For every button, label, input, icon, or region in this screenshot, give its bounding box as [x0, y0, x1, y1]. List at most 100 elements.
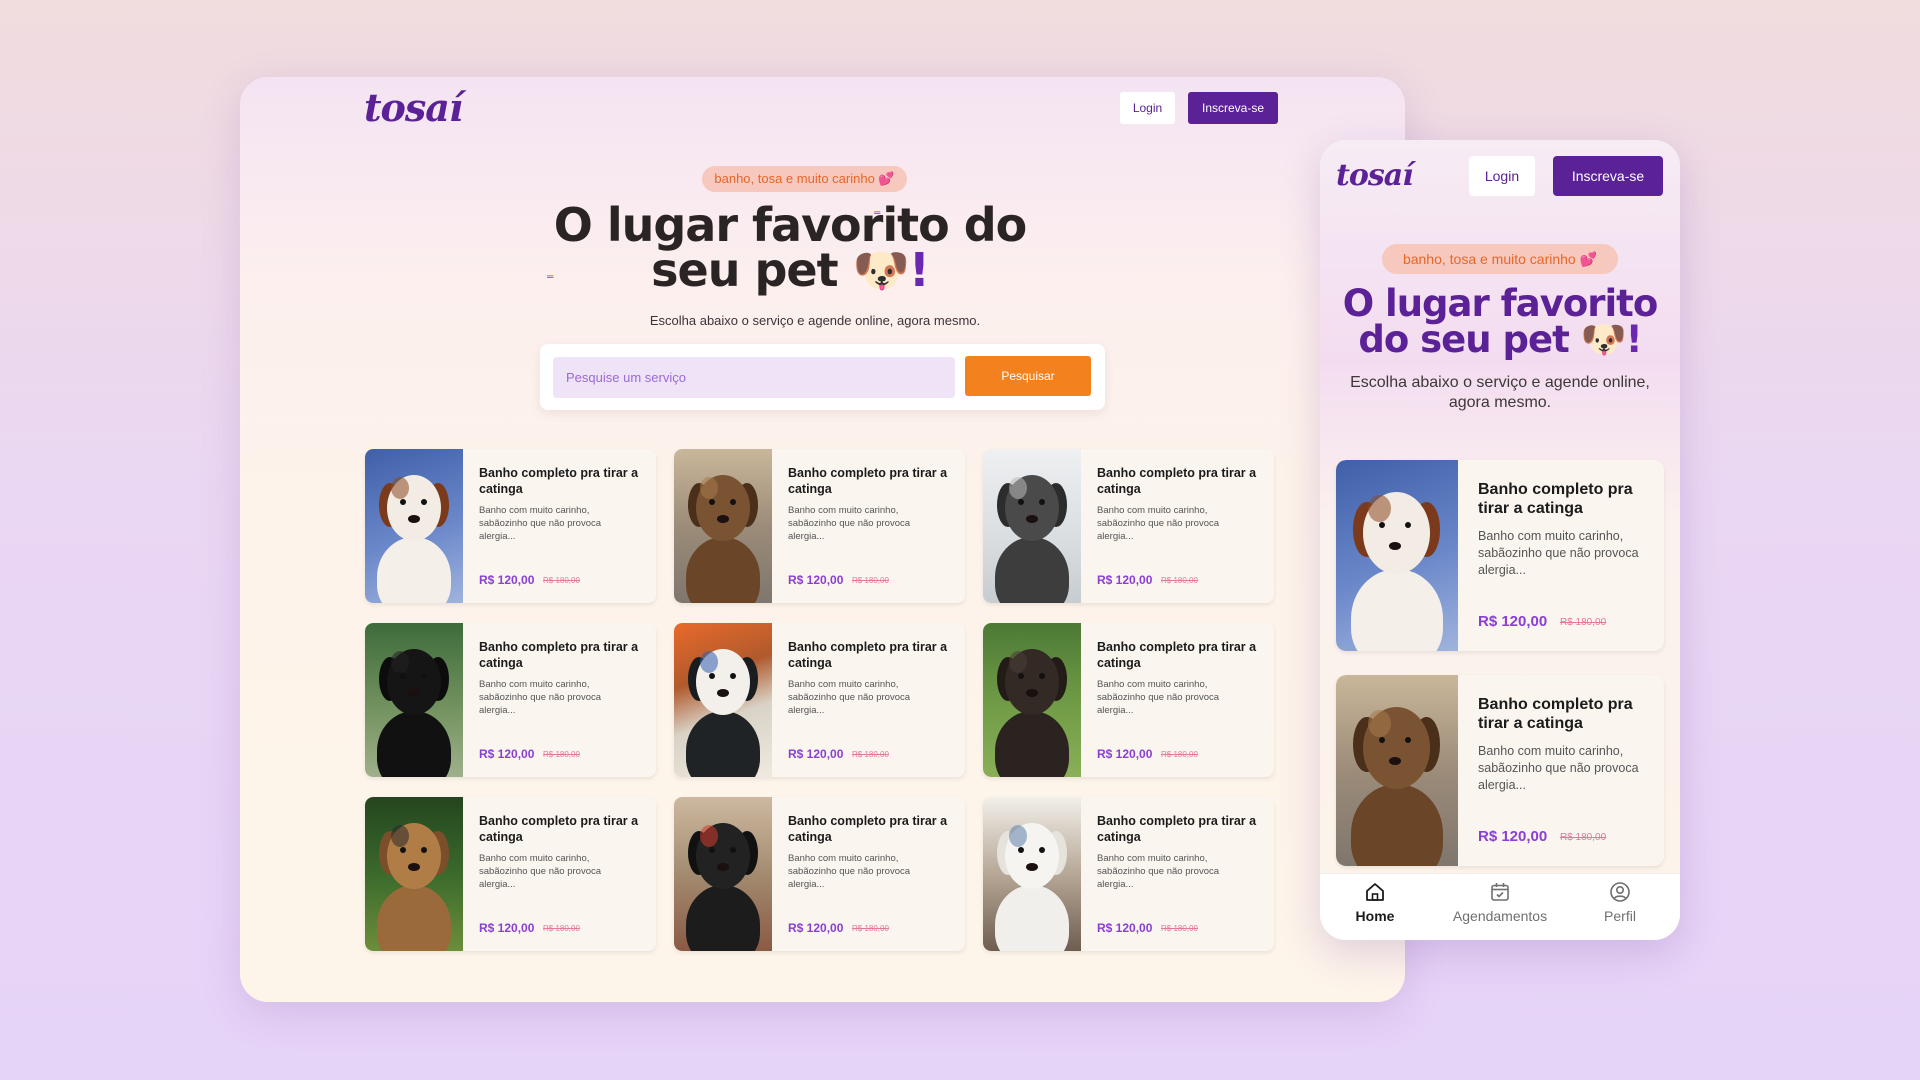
dog-body: [1350, 569, 1443, 651]
logo[interactable]: tosaí: [1336, 158, 1414, 193]
service-photo: [365, 623, 463, 777]
login-button[interactable]: Login: [1469, 156, 1535, 196]
service-price: R$ 120,00: [479, 747, 535, 761]
dog-nose: [717, 515, 729, 523]
tab-home[interactable]: Home: [1320, 880, 1430, 936]
hero-subtitle: Escolha abaixo o serviço e agende online…: [1350, 374, 1650, 411]
dog-nose: [408, 863, 420, 871]
service-price: R$ 120,00: [788, 747, 844, 761]
dog-eye: [421, 673, 427, 679]
search-input[interactable]: [553, 357, 955, 398]
service-old-price: R$ 180,00: [543, 924, 580, 933]
dog-patch: [1368, 494, 1391, 522]
service-old-price: R$ 180,00: [852, 924, 889, 933]
service-card[interactable]: Banho completo pra tirar a catinga Banho …: [365, 449, 656, 603]
dog-eye: [421, 499, 427, 505]
dog-patch: [1368, 709, 1391, 737]
service-title: Banho completo pra tirar a catinga: [788, 640, 948, 670]
service-price: R$ 120,00: [1097, 921, 1153, 935]
service-price: R$ 120,00: [788, 573, 844, 587]
desktop-frame: tosaí Login Inscreva-se banho, tosa e mu…: [240, 77, 1405, 1002]
dog-patch: [700, 825, 718, 847]
logo[interactable]: tosaí: [364, 85, 463, 130]
dog-body: [686, 885, 760, 951]
service-price: R$ 120,00: [1097, 573, 1153, 587]
profile-icon: [1610, 882, 1630, 902]
dog-patch: [1009, 651, 1027, 673]
hero-title-bang: !: [1625, 318, 1643, 362]
service-description: Banho com muito carinho, sabãozinho que …: [788, 853, 911, 890]
service-card[interactable]: Banho completo pra tirar a catinga Banho …: [983, 623, 1274, 777]
service-description: Banho com muito carinho, sabãozinho que …: [788, 679, 911, 716]
service-description: Banho com muito carinho, sabãozinho que …: [1097, 853, 1220, 890]
service-photo: [1336, 675, 1458, 866]
service-photo: [983, 449, 1081, 603]
dog-patch: [700, 477, 718, 499]
service-old-price: R$ 180,00: [1161, 576, 1198, 585]
calendar-icon: [1491, 883, 1509, 901]
dog-emoji: 🐶: [852, 243, 910, 298]
service-photo: [674, 797, 772, 951]
signup-button[interactable]: Inscreva-se: [1553, 156, 1663, 196]
tab-agendamentos[interactable]: Agendamentos: [1445, 880, 1555, 936]
service-card[interactable]: Banho completo pra tirar a catinga Banho …: [674, 449, 965, 603]
service-title: Banho completo pra tirar a catinga: [1097, 466, 1257, 496]
dog-nose: [717, 863, 729, 871]
service-price: R$ 120,00: [788, 921, 844, 935]
dog-body: [377, 711, 451, 777]
tab-label: Home: [1355, 908, 1395, 924]
mobile-content: tosaí Login Inscreva-se banho, tosa e mu…: [1320, 140, 1680, 873]
dog-eye: [1039, 499, 1045, 505]
dog-body: [995, 711, 1069, 777]
service-title: Banho completo pra tirar a catinga: [1478, 696, 1633, 733]
service-card[interactable]: Banho completo pra tirar a catinga Banho …: [1336, 675, 1664, 866]
service-description: Banho com muito carinho, sabãozinho que …: [479, 505, 602, 542]
bottom-tab-bar: Home Agendamentos Perfil: [1320, 873, 1680, 940]
hero-title: O lugar favorito do seu pet 🐶!: [1334, 285, 1666, 362]
services-grid: Banho completo pra tirar a catinga Banho …: [365, 449, 1281, 951]
dog-eye: [730, 499, 736, 505]
service-description: Banho com muito carinho, sabãozinho que …: [1097, 505, 1220, 542]
service-old-price: R$ 180,00: [852, 750, 889, 759]
service-title: Banho completo pra tirar a catinga: [479, 640, 639, 670]
signup-button[interactable]: Inscreva-se: [1188, 92, 1278, 124]
service-photo: [365, 449, 463, 603]
hero-title-text: O lugar favorito do seu pet: [553, 198, 1028, 298]
dog-eye: [1018, 499, 1024, 505]
service-photo: [983, 797, 1081, 951]
service-old-price: R$ 180,00: [1560, 832, 1607, 843]
service-photo: [674, 623, 772, 777]
service-title: Banho completo pra tirar a catinga: [1478, 481, 1633, 518]
service-photo: [983, 623, 1081, 777]
service-card[interactable]: Banho completo pra tirar a catinga Banho …: [1336, 460, 1664, 651]
tab-label: Agendamentos: [1452, 908, 1548, 924]
dog-eye: [1018, 847, 1024, 853]
service-card[interactable]: Banho completo pra tirar a catinga Banho …: [983, 797, 1274, 951]
search-button[interactable]: Pesquisar: [965, 356, 1091, 396]
service-card[interactable]: Banho completo pra tirar a catinga Banho …: [365, 623, 656, 777]
tab-perfil[interactable]: Perfil: [1565, 880, 1675, 936]
service-description: Banho com muito carinho, sabãozinho que …: [788, 505, 911, 542]
service-card[interactable]: Banho completo pra tirar a catinga Banho …: [365, 797, 656, 951]
hero-title: O lugar favorito do seu pet 🐶!: [540, 202, 1040, 293]
dog-nose: [1389, 541, 1402, 550]
login-button[interactable]: Login: [1120, 92, 1175, 124]
dog-body: [377, 537, 451, 603]
service-old-price: R$ 180,00: [1560, 617, 1607, 628]
service-title: Banho completo pra tirar a catinga: [1097, 640, 1257, 670]
dog-patch: [1009, 477, 1027, 499]
service-card[interactable]: Banho completo pra tirar a catinga Banho …: [983, 449, 1274, 603]
dog-eye: [421, 847, 427, 853]
service-price: R$ 120,00: [1478, 828, 1548, 845]
service-title: Banho completo pra tirar a catinga: [788, 466, 948, 496]
sparkle-icon: ⁼: [873, 208, 882, 225]
service-description: Banho com muito carinho, sabãozinho que …: [1478, 744, 1639, 792]
service-card[interactable]: Banho completo pra tirar a catinga Banho …: [674, 797, 965, 951]
dog-eye: [709, 499, 715, 505]
service-description: Banho com muito carinho, sabãozinho que …: [479, 679, 602, 716]
hero-title-bang: !: [908, 243, 930, 298]
service-old-price: R$ 180,00: [852, 576, 889, 585]
dog-body: [686, 537, 760, 603]
service-card[interactable]: Banho completo pra tirar a catinga Banho …: [674, 623, 965, 777]
dog-nose: [1389, 756, 1402, 765]
